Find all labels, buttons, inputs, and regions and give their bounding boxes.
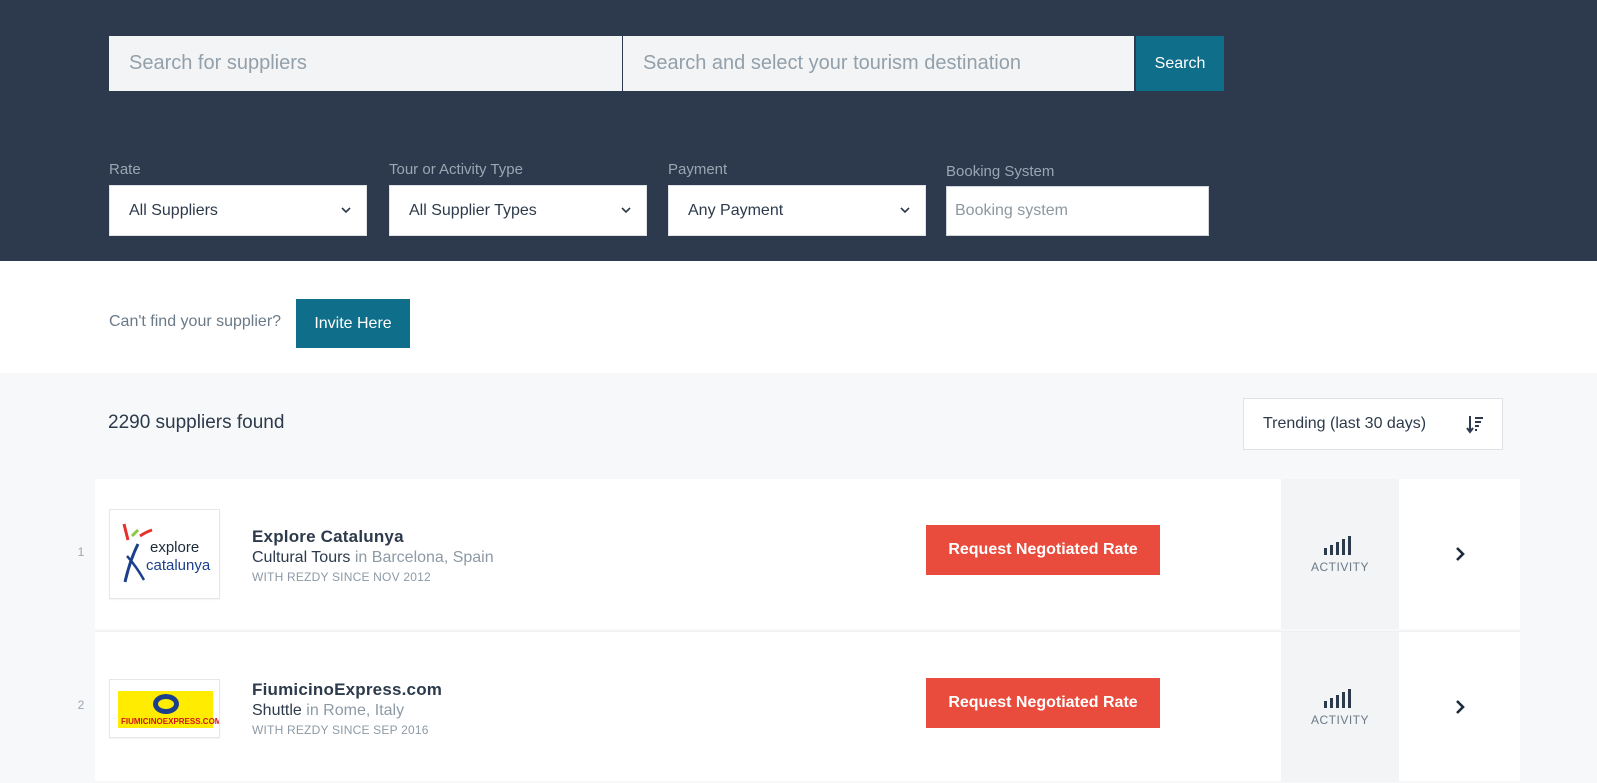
type-filter-label: Tour or Activity Type [389, 161, 523, 178]
supplier-logo: explore catalunya [109, 509, 220, 599]
booking-system-label: Booking System [946, 163, 1055, 180]
supplier-search-input[interactable] [109, 36, 622, 91]
payment-select-value: Any Payment [688, 201, 784, 219]
open-supplier-button[interactable] [1399, 632, 1520, 782]
supplier-location: Barcelona, Spain [371, 549, 494, 566]
supplier-type-select[interactable]: All Supplier Types [389, 185, 647, 236]
supplier-name[interactable]: FiumicinoExpress.com [252, 680, 442, 700]
activity-bars-icon [1324, 536, 1351, 555]
chevron-right-icon [1455, 700, 1465, 714]
search-button[interactable]: Search [1136, 36, 1224, 91]
sort-descending-icon [1466, 416, 1483, 434]
sort-select[interactable]: Trending (last 30 days) [1243, 398, 1503, 450]
activity-label: ACTIVITY [1310, 560, 1369, 574]
supplier-row[interactable]: 2 FIUMICINOEXPRESS.COM FiumicinoExpress.… [78, 631, 1520, 782]
activity-bars-icon [1324, 689, 1351, 708]
activity-label: ACTIVITY [1310, 713, 1369, 727]
supplier-type-select-value: All Supplier Types [409, 201, 537, 219]
svg-text:FIUMICINOEXPRESS.COM: FIUMICINOEXPRESS.COM [121, 717, 220, 726]
in-word: in [301, 702, 324, 719]
in-word: in [350, 549, 372, 566]
rate-select[interactable]: All Suppliers [109, 185, 367, 236]
rate-select-value: All Suppliers [129, 201, 218, 219]
supplier-category: Cultural Tours [252, 549, 351, 566]
request-negotiated-rate-button[interactable]: Request Negotiated Rate [926, 525, 1160, 575]
payment-select[interactable]: Any Payment [668, 185, 926, 236]
rank-number: 1 [77, 545, 85, 559]
supplier-logo: FIUMICINOEXPRESS.COM [109, 679, 220, 738]
booking-system-input[interactable] [946, 186, 1209, 236]
supplier-category: Shuttle [252, 702, 302, 719]
results-count: 2290 suppliers found [108, 412, 285, 433]
payment-filter-label: Payment [668, 161, 728, 178]
supplier-name[interactable]: Explore Catalunya [252, 527, 404, 547]
supplier-category-location: Shuttle in Rome, Italy [252, 702, 404, 720]
rank-number: 2 [77, 698, 85, 712]
supplier-since: WITH REZDY SINCE SEP 2016 [252, 723, 429, 737]
chevron-down-icon [900, 207, 910, 214]
cant-find-supplier-text: Can't find your supplier? [109, 313, 282, 330]
open-supplier-button[interactable] [1399, 479, 1520, 629]
activity-indicator: ACTIVITY [1281, 632, 1399, 782]
invite-button[interactable]: Invite Here [296, 299, 410, 348]
activity-indicator: ACTIVITY [1281, 479, 1399, 629]
search-header: Search Rate All Suppliers Tour or Activi… [0, 0, 1597, 261]
svg-text:explore: explore [150, 539, 199, 556]
supplier-since: WITH REZDY SINCE NOV 2012 [252, 570, 431, 584]
sort-select-value: Trending (last 30 days) [1263, 415, 1427, 432]
supplier-row[interactable]: 1 explore catalunya Explore Catalunya Cu… [78, 479, 1520, 629]
chevron-right-icon [1455, 547, 1465, 561]
svg-text:catalunya: catalunya [146, 557, 211, 574]
rate-filter-label: Rate [109, 161, 141, 178]
destination-search-input[interactable] [623, 36, 1134, 91]
request-negotiated-rate-button[interactable]: Request Negotiated Rate [926, 678, 1160, 728]
chevron-down-icon [621, 207, 631, 214]
supplier-location: Rome, Italy [323, 702, 405, 719]
supplier-category-location: Cultural Tours in Barcelona, Spain [252, 549, 494, 567]
chevron-down-icon [341, 207, 351, 214]
